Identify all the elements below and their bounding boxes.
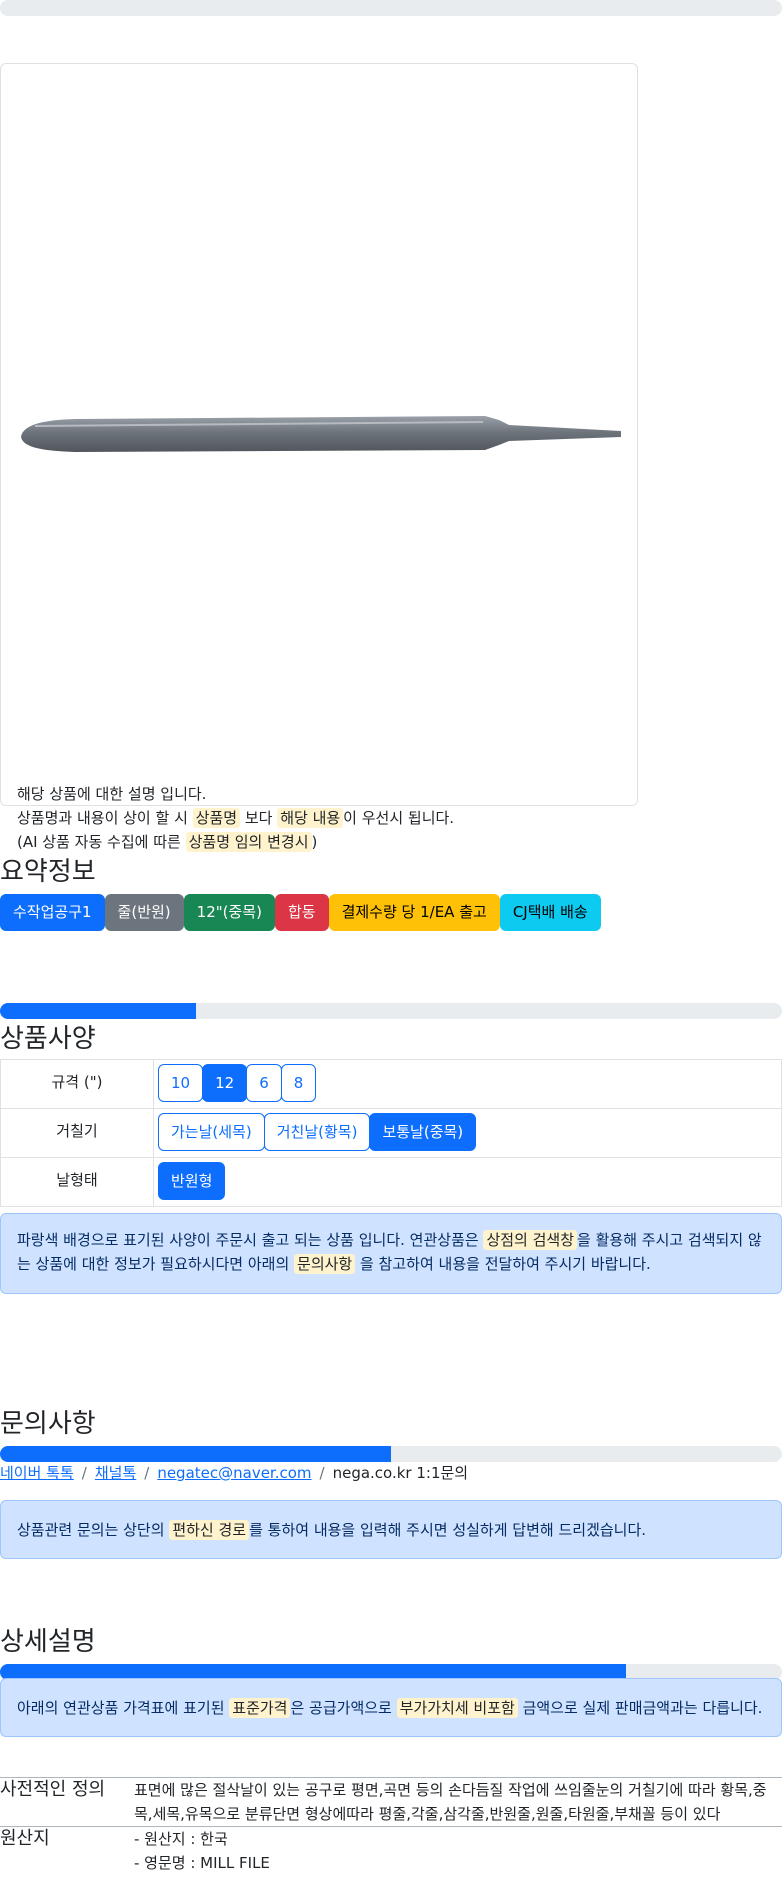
inquiry-mark-route: 편하신 경로 <box>169 1520 250 1540</box>
detail-row-body: - 원산지 : 한국 - 영문명 : MILL FILE <box>134 1826 782 1875</box>
spec-table: 규격 (") 10 12 6 8 거칠기 가는날(세목) 거친날(황목) 보통날(중목) 날형태 반… <box>0 1059 782 1207</box>
summary-badge: 결제수량 당 1/EA 출고 <box>328 894 500 931</box>
notice-mark-content: 해당 내용 <box>277 808 344 828</box>
spec-label: 규격 (") <box>0 1059 154 1109</box>
detail-table: 사전적인 정의 표면에 많은 절삭날이 있는 공구로 평면,곡면 등의 손다듬질 … <box>0 1777 782 1875</box>
spec-label: 날형태 <box>0 1157 154 1207</box>
summary-badge: 수작업공구1 <box>0 894 105 931</box>
detail-row-head: 원산지 <box>0 1826 134 1875</box>
spec-option-button[interactable]: 가는날(세목) <box>158 1113 265 1151</box>
spec-row: 규격 (") 10 12 6 8 <box>0 1059 782 1109</box>
naver-talktalk-link[interactable]: 네이버 톡톡 <box>0 1464 74 1482</box>
spec-option-button[interactable]: 12 <box>202 1064 248 1102</box>
detail-heading: 상세설명 <box>0 1627 96 1657</box>
detail-line: 표면에 많은 절삭날이 있는 공구로 평면,곡면 등의 손다듬질 작업에 쓰임줄… <box>134 1781 767 1823</box>
spec-row: 날형태 반원형 <box>0 1157 782 1207</box>
summary-badge: 줄(반원) <box>104 894 184 931</box>
spec-option-button[interactable]: 반원형 <box>158 1162 226 1200</box>
product-image-card: 해당 상품에 대한 설명 입니다. 상품명과 내용이 상이 할 시 상품명 보다… <box>0 63 638 852</box>
spec-mark-search: 상점의 검색창 <box>483 1230 578 1250</box>
top-progress-bar <box>0 0 782 16</box>
detail-line: - 원산지 : 한국 <box>134 1830 228 1848</box>
summary-badge: 12"(중목) <box>183 894 275 931</box>
detail-alert: 아래의 연관상품 가격표에 표기된 표준가격 은 공급가액으로 부가가치세 비포함… <box>0 1678 782 1737</box>
detail-mark-price: 표준가격 <box>229 1698 291 1718</box>
spec-option-button[interactable]: 보통날(중목) <box>369 1113 477 1151</box>
spec-option-button[interactable]: 8 <box>280 1064 317 1102</box>
detail-row-head: 사전적인 정의 <box>0 1777 134 1827</box>
detail-line: - 영문명 : MILL FILE <box>134 1854 270 1872</box>
product-file-image <box>21 416 621 452</box>
notice-line-2: 상품명과 내용이 상이 할 시 상품명 보다 해당 내용 이 우선시 됩니다. <box>17 808 455 828</box>
spec-option-button[interactable]: 10 <box>158 1064 204 1102</box>
spec-options: 반원형 <box>153 1157 782 1207</box>
site-inquiry-text: nega.co.kr 1:1문의 <box>332 1464 469 1482</box>
channel-talk-link[interactable]: 채널톡 <box>95 1464 136 1482</box>
spec-options: 10 12 6 8 <box>153 1059 782 1109</box>
spec-progress-fill <box>0 1003 196 1019</box>
notice-mark-product-name: 상품명 <box>192 808 241 828</box>
inquiry-progress-bar <box>0 1446 782 1462</box>
inquiry-progress-fill <box>0 1446 391 1462</box>
spec-option-button[interactable]: 6 <box>246 1064 282 1102</box>
notice-mark-rename: 상품명 임의 변경시 <box>185 832 312 852</box>
detail-row-body: 표면에 많은 절삭날이 있는 공구로 평면,곡면 등의 손다듬질 작업에 쓰임줄… <box>134 1777 782 1827</box>
detail-mark-vat: 부가가치세 비포함 <box>396 1698 518 1718</box>
detail-row: 사전적인 정의 표면에 많은 절삭날이 있는 공구로 평면,곡면 등의 손다듬질 … <box>0 1777 782 1827</box>
summary-heading: 요약정보 <box>0 857 96 887</box>
email-link[interactable]: negatec@naver.com <box>157 1464 311 1482</box>
summary-badge: CJ택배 배송 <box>499 894 601 931</box>
product-notice: 해당 상품에 대한 설명 입니다. 상품명과 내용이 상이 할 시 상품명 보다… <box>17 782 454 854</box>
notice-line-1: 해당 상품에 대한 설명 입니다. <box>17 785 207 803</box>
spec-mark-inquiry: 문의사항 <box>294 1254 356 1274</box>
spec-alert: 파랑색 배경으로 표기된 사양이 주문시 출고 되는 상품 입니다. 연관상품은… <box>0 1213 782 1294</box>
inquiry-alert: 상품관련 문의는 상단의 편하신 경로 를 통하여 내용을 입력해 주시면 성실하… <box>0 1500 782 1559</box>
spec-progress-bar <box>0 1003 782 1019</box>
spec-option-button[interactable]: 거친날(황목) <box>263 1113 371 1151</box>
spec-label: 거칠기 <box>0 1108 154 1158</box>
inquiry-heading: 문의사항 <box>0 1409 96 1439</box>
spec-heading: 상품사양 <box>0 1024 96 1054</box>
detail-row: 원산지 - 원산지 : 한국 - 영문명 : MILL FILE <box>0 1826 782 1875</box>
summary-badges: 수작업공구1 줄(반원) 12"(중목) 합동 결제수량 당 1/EA 출고 CJ택배 배… <box>0 894 601 931</box>
summary-badge: 합동 <box>274 894 329 931</box>
inquiry-links: 네이버 톡톡 / 채널톡 / negatec@naver.com / nega.co.kr … <box>0 1464 469 1482</box>
spec-options: 가는날(세목) 거친날(황목) 보통날(중목) <box>153 1108 782 1158</box>
spec-row: 거칠기 가는날(세목) 거친날(황목) 보통날(중목) <box>0 1108 782 1158</box>
